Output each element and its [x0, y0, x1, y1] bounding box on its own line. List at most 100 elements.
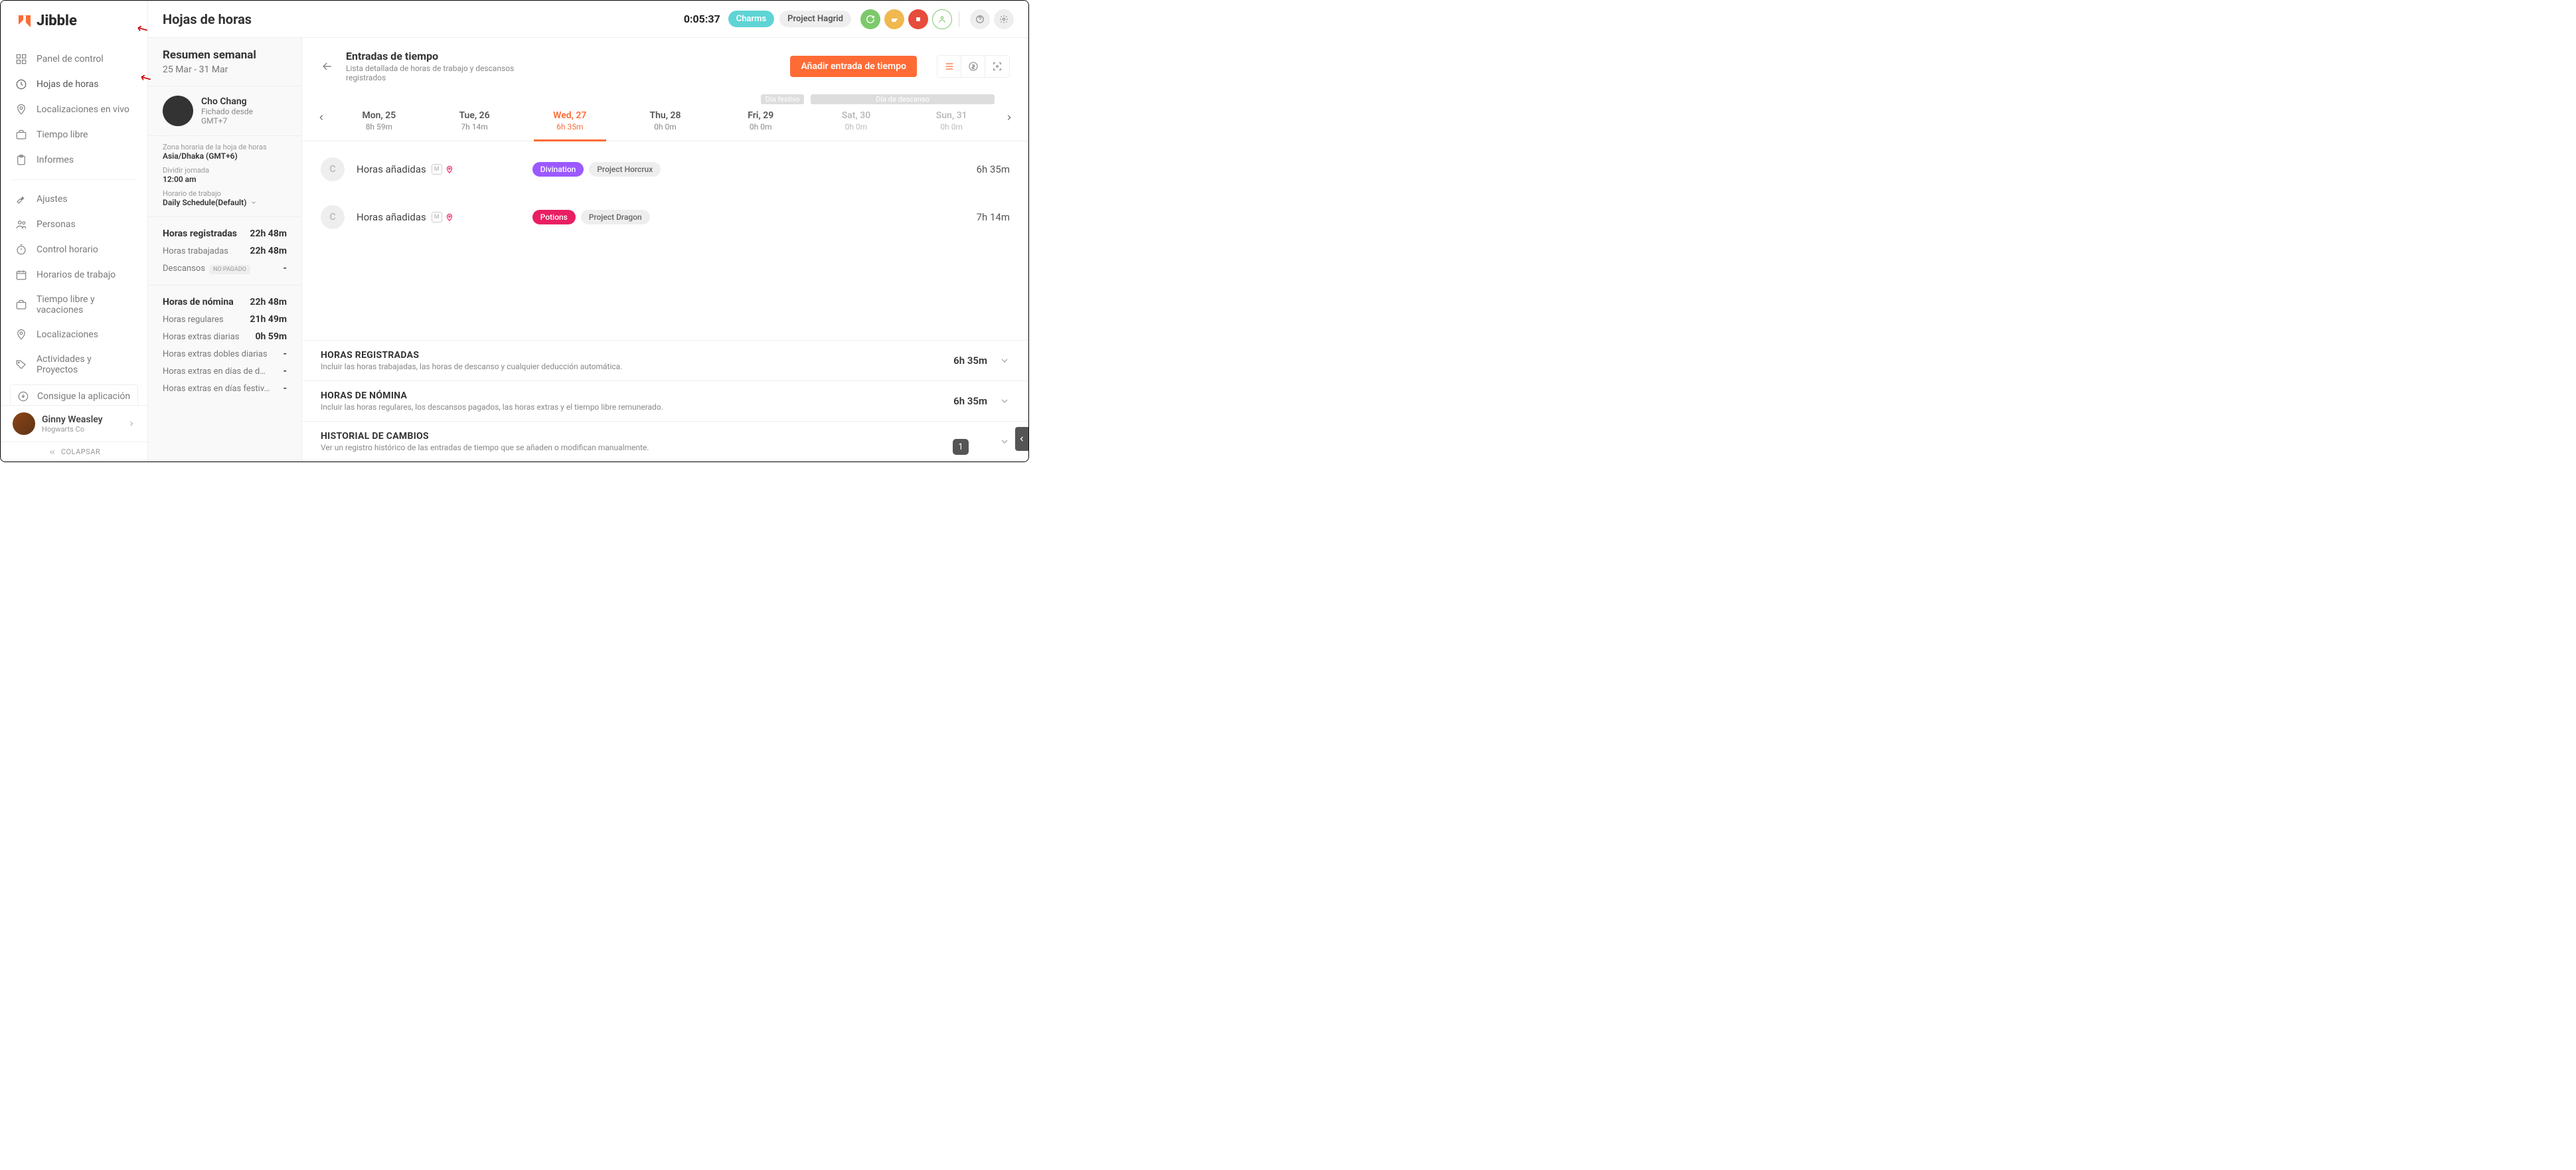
gear-icon [999, 15, 1008, 24]
time-entry[interactable]: C Horas añadidas M Potions Project Drago… [321, 193, 1010, 241]
nav-live-locations[interactable]: Localizaciones en vivo [1, 97, 147, 122]
day-tab[interactable]: Thu, 280h 0m [617, 105, 713, 141]
day-duration: 6h 35m [522, 122, 617, 131]
nav-label: Localizaciones [37, 329, 98, 340]
main-header: Entradas de tiempo Lista detallada de ho… [302, 38, 1028, 94]
nav-timeoff[interactable]: Tiempo libre [1, 122, 147, 147]
section-sub: Ver un registro histórico de las entrada… [321, 443, 999, 452]
user-footer[interactable]: Ginny Weasley Hogwarts Co [1, 405, 147, 442]
section-payroll[interactable]: HORAS DE NÓMINA Incluir las horas regula… [302, 381, 1028, 422]
schedule-label: Horario de trabajo [163, 189, 287, 198]
prev-week-button[interactable] [311, 94, 331, 141]
day-tab[interactable]: Sun, 310h 0m [904, 105, 999, 141]
user-name: Ginny Weasley [42, 414, 121, 425]
nav-dashboard[interactable]: Panel de control [1, 46, 147, 72]
nav-activities[interactable]: Actividades y Proyectos [1, 347, 147, 382]
nav-getapp[interactable]: Consigue la aplicación [10, 384, 138, 405]
summary-range: 25 Mar - 31 Mar [163, 64, 287, 75]
stop-icon [915, 16, 922, 23]
collapse-button[interactable]: COLAPSAR [1, 442, 147, 461]
settings-button[interactable] [994, 9, 1014, 29]
nav-settings[interactable]: Ajustes [1, 187, 147, 212]
holiday-badge: Día festivo [761, 94, 804, 104]
project-chip[interactable]: Project Hagrid [779, 11, 851, 27]
stat-value: - [283, 349, 287, 359]
nav-label: Hojas de horas [37, 79, 98, 90]
next-week-button[interactable] [999, 94, 1019, 141]
chevron-left-icon [317, 113, 326, 122]
user-meta: Ginny Weasley Hogwarts Co [42, 414, 121, 434]
stat-value: - [283, 263, 287, 274]
day-tab[interactable]: Mon, 258h 59m [331, 105, 427, 141]
nav-locations[interactable]: Localizaciones [1, 322, 147, 347]
tz-label: Zona horaria de la hoja de horas [163, 143, 287, 151]
play-button[interactable] [860, 9, 880, 29]
section-sub: Incluir las horas trabajadas, las horas … [321, 362, 953, 371]
split-value: 12:00 am [163, 175, 287, 184]
chevron-right-icon [127, 420, 135, 428]
nav-timecontrol[interactable]: Control horario [1, 237, 147, 262]
add-entry-button[interactable]: Añadir entrada de tiempo [790, 56, 917, 77]
profile-name: Cho Chang [201, 96, 253, 107]
nav-label: Tiempo libre y vacaciones [37, 294, 133, 315]
logo[interactable]: Jibble [1, 1, 147, 41]
focus-view-button[interactable] [985, 56, 1009, 77]
nav-label: Consigue la aplicación [37, 391, 130, 402]
stat-value: - [283, 383, 287, 394]
help-button[interactable] [970, 9, 990, 29]
day-tab[interactable]: Tue, 267h 14m [427, 105, 523, 141]
people-icon [15, 218, 27, 230]
nav-label: Horarios de trabajo [37, 270, 116, 280]
schedule-dropdown[interactable]: Daily Schedule(Default) [163, 198, 287, 207]
collapse-icon [48, 449, 57, 456]
activity-tag: Potions [532, 210, 576, 224]
back-button[interactable] [321, 60, 334, 73]
side-tab[interactable] [1015, 427, 1028, 451]
restday-badge: Día de descanso [811, 94, 995, 104]
activity-chip[interactable]: Charms [728, 11, 774, 27]
chevron-down-icon [999, 355, 1010, 366]
nav-schedules[interactable]: Horarios de trabajo [1, 262, 147, 288]
stat-value: 0h 59m [255, 331, 287, 342]
day-duration: 0h 0m [617, 122, 713, 131]
day-tab[interactable]: Fri, 290h 0m [713, 105, 809, 141]
pin-icon [15, 329, 27, 341]
section-value: 6h 35m [953, 355, 987, 367]
location-icon [15, 104, 27, 116]
schedule-value: Daily Schedule(Default) [163, 198, 246, 207]
logo-icon [17, 13, 33, 29]
nav-timesheets[interactable]: Hojas de horas [1, 72, 147, 97]
section-history[interactable]: HISTORIAL DE CAMBIOS Ver un registro his… [302, 422, 1028, 461]
stat-value: 22h 48m [250, 297, 287, 307]
time-entry[interactable]: C Horas añadidas M Divination Project Ho… [321, 145, 1010, 193]
nav-reports[interactable]: Informes [1, 147, 147, 173]
day-duration: 7h 14m [427, 122, 523, 131]
focus-icon [992, 61, 1003, 72]
calendar-icon [15, 269, 27, 281]
day-tab[interactable]: Sat, 300h 0m [809, 105, 904, 141]
page-badge[interactable]: 1 [953, 439, 969, 455]
nav-label: Ajustes [37, 194, 68, 205]
user-status-button[interactable] [932, 9, 952, 29]
vacation-icon [15, 299, 27, 311]
stat-value: - [283, 366, 287, 376]
stat-label: Horas registradas [163, 228, 237, 239]
nav-people[interactable]: Personas [1, 212, 147, 237]
list-view-button[interactable] [937, 56, 961, 77]
day-label: Mon, 25 [331, 110, 427, 121]
stop-button[interactable] [908, 9, 928, 29]
day-tab[interactable]: Wed, 276h 35m [522, 105, 617, 141]
user-company: Hogwarts Co [42, 425, 121, 434]
section-tracked[interactable]: HORAS REGISTRADAS Incluir las horas trab… [302, 341, 1028, 381]
entry-title: Horas añadidas [357, 211, 426, 223]
stat-label: Horas de nómina [163, 297, 234, 307]
entries-list: ↖ ↖ C Horas añadidas M Divination Projec… [302, 141, 1028, 340]
profile-status: Fichado desde [201, 107, 253, 116]
section-title: HISTORIAL DE CAMBIOS [321, 431, 999, 442]
pause-button[interactable] [884, 9, 904, 29]
money-view-button[interactable] [961, 56, 985, 77]
nav-holidays[interactable]: Tiempo libre y vacaciones [1, 288, 147, 322]
day-label: Fri, 29 [713, 110, 809, 121]
summary-panel: Resumen semanal 25 Mar - 31 Mar Cho Chan… [148, 1, 302, 461]
nav-label: Tiempo libre [37, 129, 88, 140]
